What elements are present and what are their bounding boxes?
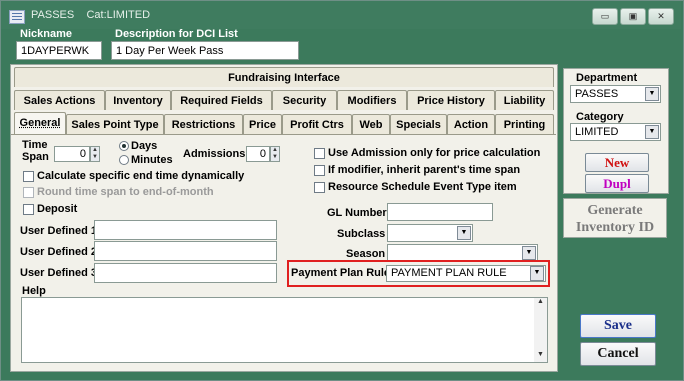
tab-general-label: General <box>19 117 61 129</box>
user-defined-2-field[interactable] <box>94 241 277 261</box>
minimize-icon[interactable]: ▭ <box>592 8 618 25</box>
days-label: Days <box>131 140 158 152</box>
help-textarea[interactable] <box>21 297 548 363</box>
season-label: Season <box>346 248 386 260</box>
nickname-field[interactable]: 1DAYPERWK <box>16 41 102 60</box>
deposit-checkbox[interactable] <box>23 204 34 215</box>
resource-schedule-checkbox[interactable] <box>314 182 325 193</box>
calc-end-time-checkbox[interactable] <box>23 171 34 182</box>
tab-sales-actions[interactable]: Sales Actions <box>14 90 105 110</box>
user-defined-3-field[interactable] <box>94 263 277 283</box>
tab-price[interactable]: Price <box>243 114 282 134</box>
minutes-radio[interactable] <box>119 155 129 165</box>
subclass-label: Subclass <box>337 228 386 240</box>
nickname-label: Nickname <box>20 28 72 40</box>
tab-security[interactable]: Security <box>272 90 337 110</box>
payment-plan-select[interactable]: PAYMENT PLAN RULE <box>386 265 546 282</box>
help-label: Help <box>22 285 46 297</box>
days-radio[interactable] <box>119 141 129 151</box>
tab-action[interactable]: Action <box>447 114 495 134</box>
inherit-parent-checkbox[interactable] <box>314 165 325 176</box>
category-dropdown-icon[interactable]: ▼ <box>645 125 659 139</box>
round-time-span-checkbox[interactable] <box>23 187 34 198</box>
deposit-label: Deposit <box>37 203 78 215</box>
gl-number-label: GL Number <box>327 207 387 219</box>
payment-plan-label: Payment Plan Rule <box>291 267 391 279</box>
tab-profit-ctrs[interactable]: Profit Ctrs <box>282 114 352 134</box>
season-dropdown-icon[interactable]: ▼ <box>522 246 536 260</box>
tab-liability[interactable]: Liability <box>495 90 554 110</box>
tab-inventory[interactable]: Inventory <box>105 90 171 110</box>
time-span-spinner[interactable]: ▲ ▼ <box>90 146 100 162</box>
subclass-dropdown-icon[interactable]: ▼ <box>457 226 471 240</box>
window-title-category: Cat:LIMITED <box>86 9 151 21</box>
department-label: Department <box>576 72 638 84</box>
tab-web[interactable]: Web <box>352 114 390 134</box>
calc-end-time-label: Calculate specific end time dynamically <box>37 170 245 182</box>
close-icon[interactable]: ✕ <box>648 8 674 25</box>
user-defined-1-label: User Defined 1 <box>20 225 98 237</box>
tab-divider <box>11 134 556 135</box>
payment-plan-dropdown-icon[interactable]: ▼ <box>530 266 544 281</box>
gl-number-field[interactable] <box>387 203 493 221</box>
round-time-span-label: Round time span to end-of-month <box>37 186 214 198</box>
admissions-label: Admissions <box>183 148 246 160</box>
generate-inventory-id-button[interactable]: Generate Inventory ID <box>563 198 667 238</box>
cancel-button[interactable]: Cancel <box>580 342 656 366</box>
tab-modifiers[interactable]: Modifiers <box>337 90 407 110</box>
tab-general[interactable]: General <box>14 112 66 134</box>
tab-restrictions[interactable]: Restrictions <box>164 114 243 134</box>
category-label: Category <box>576 111 624 123</box>
admission-only-checkbox[interactable] <box>314 148 325 159</box>
tab-specials[interactable]: Specials <box>390 114 447 134</box>
minutes-label: Minutes <box>131 154 173 166</box>
new-button[interactable]: New <box>585 153 649 172</box>
admissions-spinner[interactable]: ▲ ▼ <box>270 146 280 162</box>
resource-schedule-label: Resource Schedule Event Type item <box>328 181 517 193</box>
help-scrollbar[interactable]: ▲ ▼ <box>534 298 547 362</box>
description-label: Description for DCI List <box>115 28 238 40</box>
admissions-field[interactable]: 0 <box>246 146 270 162</box>
maximize-icon[interactable]: ▣ <box>620 8 646 25</box>
admission-only-label: Use Admission only for price calculation <box>328 147 541 159</box>
window-title-main: PASSES <box>31 9 75 21</box>
user-defined-3-label: User Defined 3 <box>20 267 98 279</box>
description-field[interactable]: 1 Day Per Week Pass <box>111 41 299 60</box>
tab-required-fields[interactable]: Required Fields <box>171 90 272 110</box>
window-title: PASSES Cat:LIMITED <box>31 9 150 21</box>
time-span-label: Time Span <box>22 139 49 163</box>
tab-sales-point-type[interactable]: Sales Point Type <box>66 114 164 134</box>
title-bar: PASSES Cat:LIMITED ▭ ▣ ✕ <box>1 1 681 29</box>
tab-fundraising-interface[interactable]: Fundraising Interface <box>14 67 554 87</box>
dupl-button[interactable]: Dupl <box>585 174 649 193</box>
user-defined-1-field[interactable] <box>94 220 277 240</box>
department-dropdown-icon[interactable]: ▼ <box>645 87 659 101</box>
app-menu-icon[interactable] <box>9 10 25 24</box>
save-button[interactable]: Save <box>580 314 656 338</box>
inherit-parent-label: If modifier, inherit parent's time span <box>328 164 521 176</box>
tab-printing[interactable]: Printing <box>495 114 554 134</box>
time-span-field[interactable]: 0 <box>54 146 90 162</box>
user-defined-2-label: User Defined 2 <box>20 246 98 258</box>
tab-price-history[interactable]: Price History <box>407 90 495 110</box>
